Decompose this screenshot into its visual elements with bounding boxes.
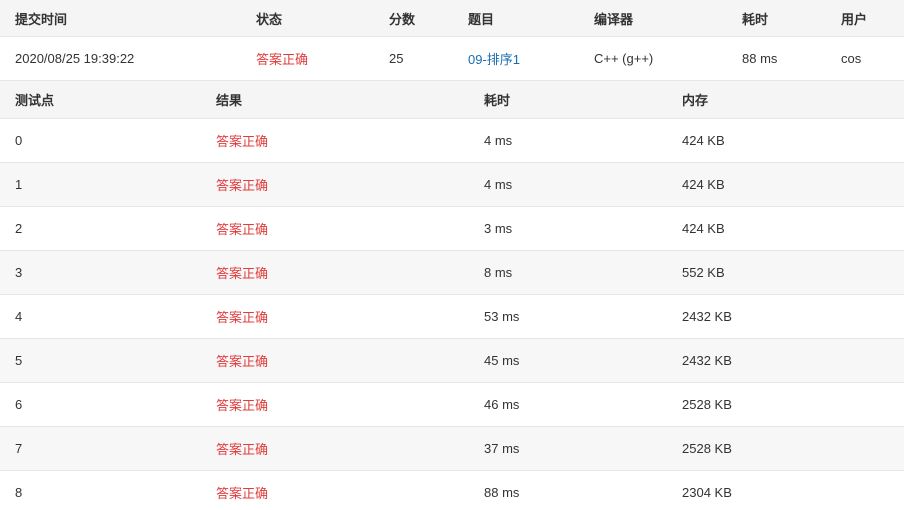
case-header-row: 测试点 结果 耗时 内存: [0, 81, 904, 119]
table-row: 7 答案正确 37 ms 2528 KB: [0, 427, 904, 471]
case-result: 答案正确: [216, 398, 269, 413]
case-id: 8: [15, 485, 23, 500]
problem-link[interactable]: 09-排序1: [468, 37, 520, 80]
case-time: 45 ms: [484, 353, 520, 368]
case-id: 7: [15, 441, 23, 456]
header-compiler: 编译器: [594, 11, 634, 27]
submission-row: 2020/08/25 19:39:22 答案正确 25 09-排序1 C++ (…: [0, 37, 904, 81]
submission-table: 提交时间 状态 分数 题目 编译器 耗时 用户 2020/08/25 19:39…: [0, 0, 904, 81]
header-memory: 内存: [682, 93, 709, 108]
table-row: 4 答案正确 53 ms 2432 KB: [0, 295, 904, 339]
case-result: 答案正确: [216, 442, 269, 457]
case-memory: 2528 KB: [682, 397, 732, 412]
case-result: 答案正确: [216, 134, 269, 149]
case-result: 答案正确: [216, 486, 269, 501]
header-time: 耗时: [484, 93, 511, 108]
case-result: 答案正确: [216, 178, 269, 193]
case-time: 4 ms: [484, 133, 513, 148]
submission-compiler: C++ (g++): [594, 51, 654, 66]
case-memory: 424 KB: [682, 133, 725, 148]
case-memory: 2432 KB: [682, 309, 732, 324]
case-memory: 424 KB: [682, 177, 725, 192]
case-time: 3 ms: [484, 221, 513, 236]
header-score: 分数: [389, 11, 416, 27]
case-memory: 2528 KB: [682, 441, 732, 456]
header-case-id: 测试点: [15, 93, 55, 108]
case-memory: 552 KB: [682, 265, 725, 280]
submission-status: 答案正确: [256, 52, 309, 67]
submission-user: cos: [841, 51, 862, 66]
case-result: 答案正确: [216, 310, 269, 325]
header-elapsed: 耗时: [742, 11, 769, 27]
case-id: 6: [15, 397, 23, 412]
table-row: 3 答案正确 8 ms 552 KB: [0, 251, 904, 295]
header-result: 结果: [216, 93, 243, 108]
case-time: 46 ms: [484, 397, 520, 412]
table-row: 0 答案正确 4 ms 424 KB: [0, 119, 904, 163]
case-time: 88 ms: [484, 485, 520, 500]
case-memory: 2432 KB: [682, 353, 732, 368]
submission-score: 25: [389, 51, 404, 66]
table-row: 6 答案正确 46 ms 2528 KB: [0, 383, 904, 427]
header-submit-time: 提交时间: [15, 11, 68, 27]
case-id: 3: [15, 265, 23, 280]
case-id: 0: [15, 133, 23, 148]
header-status: 状态: [256, 11, 283, 27]
case-time: 53 ms: [484, 309, 520, 324]
case-id: 2: [15, 221, 23, 236]
table-row: 1 答案正确 4 ms 424 KB: [0, 163, 904, 207]
test-case-table: 测试点 结果 耗时 内存 0 答案正确 4 ms 424 KB 1 答案正确 4…: [0, 81, 904, 510]
case-time: 37 ms: [484, 441, 520, 456]
table-row: 5 答案正确 45 ms 2432 KB: [0, 339, 904, 383]
header-problem: 题目: [468, 11, 495, 27]
table-row: 2 答案正确 3 ms 424 KB: [0, 207, 904, 251]
case-time: 4 ms: [484, 177, 513, 192]
case-time: 8 ms: [484, 265, 513, 280]
case-result: 答案正确: [216, 354, 269, 369]
case-result: 答案正确: [216, 266, 269, 281]
submission-elapsed: 88 ms: [742, 51, 778, 66]
submission-header-row: 提交时间 状态 分数 题目 编译器 耗时 用户: [0, 0, 904, 37]
case-id: 1: [15, 177, 23, 192]
submit-time: 2020/08/25 19:39:22: [15, 51, 135, 66]
case-memory: 2304 KB: [682, 485, 732, 500]
case-result: 答案正确: [216, 222, 269, 237]
header-user: 用户: [841, 11, 868, 27]
case-id: 5: [15, 353, 23, 368]
case-id: 4: [15, 309, 23, 324]
table-row: 8 答案正确 88 ms 2304 KB: [0, 471, 904, 510]
case-memory: 424 KB: [682, 221, 725, 236]
